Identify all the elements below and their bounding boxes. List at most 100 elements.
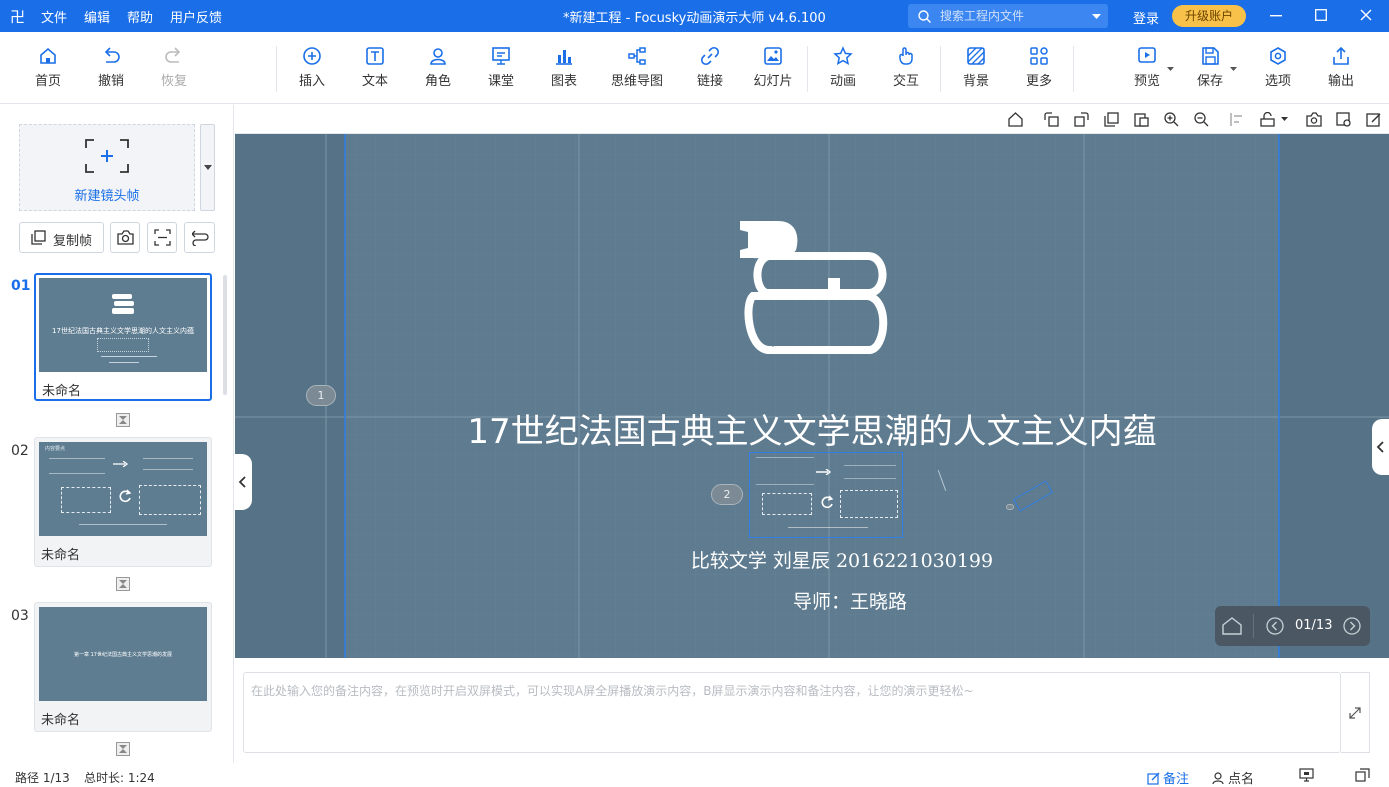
menu-help[interactable]: 帮助 (127, 7, 153, 26)
copy-icon[interactable] (1104, 112, 1119, 127)
menu-file[interactable]: 文件 (41, 7, 67, 26)
slide-number-3: 03 (11, 608, 29, 624)
rotate-right-icon[interactable] (1074, 112, 1089, 127)
path-marker-2[interactable]: 2 (711, 484, 743, 505)
copy-frame-button[interactable]: 复制帧 (19, 222, 104, 253)
frame-content-line (788, 527, 868, 528)
menu-edit[interactable]: 编辑 (84, 7, 110, 26)
character-button[interactable]: 角色 (406, 46, 470, 89)
align-left-icon[interactable] (1230, 112, 1245, 127)
expand-panel-button[interactable] (1372, 419, 1389, 475)
background-button[interactable]: 背景 (944, 46, 1008, 89)
interaction-button[interactable]: 交互 (874, 46, 938, 89)
classroom-button[interactable]: 课堂 (469, 46, 533, 89)
new-frame-button[interactable]: 新建镜头帧 (19, 124, 195, 211)
slide-number-2: 02 (11, 443, 29, 459)
slide-preview-line (79, 524, 167, 525)
home-view-icon[interactable] (1008, 112, 1023, 127)
path-marker-small[interactable] (1006, 504, 1014, 510)
unlock-icon[interactable] (1260, 112, 1275, 127)
text-button[interactable]: 文本 (343, 46, 407, 89)
preview-dropdown-icon[interactable] (1167, 67, 1174, 71)
maximize-icon[interactable] (1315, 9, 1327, 21)
slide-preview-embed (97, 338, 149, 352)
options-label: 选项 (1264, 74, 1291, 89)
upgrade-button[interactable]: 升级账户 (1172, 5, 1246, 27)
toolbar-divider (940, 46, 941, 92)
zoom-out-icon[interactable] (1194, 112, 1209, 127)
paste-icon[interactable] (1134, 112, 1149, 127)
slide-preview-line (101, 356, 157, 357)
transition-icon[interactable] (116, 413, 130, 427)
edit-icon[interactable] (1366, 112, 1381, 127)
slide-title[interactable]: 17世纪法国古典主义文学思潮的人文主义内蕴 (235, 404, 1389, 453)
redo-button[interactable]: 恢复 (142, 46, 206, 89)
link-label: 链接 (696, 74, 723, 89)
more-button[interactable]: 更多 (1007, 46, 1071, 89)
prev-frame-icon[interactable] (1266, 617, 1284, 635)
slide-preview-title-1: 17世纪法国古典主义文学思潮的人文主义内蕴 (52, 327, 194, 335)
mindmap-icon (628, 47, 646, 65)
login-link[interactable]: 登录 (1133, 8, 1159, 27)
slide-thumbnail-1[interactable]: 17世纪法国古典主义文学思潮的人文主义内蕴 未命名 (34, 273, 212, 401)
mindmap-button[interactable]: 思维导图 (605, 46, 669, 89)
undo-button[interactable]: 撤销 (79, 46, 143, 89)
transition-icon[interactable] (116, 577, 130, 591)
rollcall-tab[interactable]: 点名 (1212, 768, 1254, 787)
add-frame-icon (85, 139, 129, 173)
chevron-down-icon[interactable] (1281, 117, 1288, 121)
books-illustration-icon (740, 221, 888, 354)
path-order-button[interactable] (184, 222, 215, 253)
next-frame-icon[interactable] (1343, 617, 1361, 635)
slide-subtitle[interactable]: 比较文学 刘星辰 2016221030199 (235, 546, 1389, 573)
save-dropdown-icon[interactable] (1230, 67, 1237, 71)
sidebar-scrollbar[interactable] (223, 275, 227, 395)
camera-icon[interactable] (1306, 112, 1322, 127)
presentation-canvas[interactable]: 17世纪法国古典主义文学思潮的人文主义内蕴 1 2 比较文学 刘星辰 20162… (235, 134, 1389, 658)
options-button[interactable]: 选项 (1246, 46, 1310, 89)
animation-button[interactable]: 动画 (811, 46, 875, 89)
path-marker-1[interactable]: 1 (306, 385, 336, 406)
chart-label: 图表 (550, 74, 577, 89)
search-input[interactable]: 搜索工程内文件 (908, 4, 1108, 28)
notes-tab[interactable]: 备注 (1147, 768, 1189, 787)
home-button[interactable]: 首页 (16, 46, 80, 89)
fullscreen-toggle-icon[interactable] (1355, 768, 1370, 782)
export-button[interactable]: 输出 (1309, 46, 1373, 89)
new-frame-dropdown[interactable] (200, 124, 215, 211)
menu-feedback[interactable]: 用户反馈 (170, 7, 222, 26)
notes-input[interactable]: 在此处输入您的备注内容，在预览时开启双屏模式，可以实现A屏全屏播放演示内容，B屏… (243, 672, 1341, 753)
expand-icon (1349, 707, 1361, 719)
embedded-frame-2[interactable] (749, 452, 903, 538)
chart-button[interactable]: 图表 (532, 46, 596, 89)
minimize-icon[interactable] (1270, 15, 1282, 17)
copy-frame-label: 复制帧 (53, 234, 93, 249)
navigator-divider (1253, 614, 1254, 638)
slides-button[interactable]: 幻灯片 (741, 46, 805, 89)
settings-frame-icon[interactable] (1336, 112, 1351, 127)
insert-button[interactable]: 插入 (280, 46, 344, 89)
presenter-view-icon[interactable] (1299, 768, 1314, 782)
notes-expand-button[interactable] (1341, 672, 1370, 753)
chevron-down-icon[interactable] (1092, 14, 1101, 19)
link-icon (700, 46, 720, 66)
app-logo-icon[interactable]: 卍 (10, 6, 25, 27)
save-icon (1202, 47, 1219, 65)
toolbar-divider (276, 46, 277, 92)
more-label: 更多 (1025, 74, 1052, 89)
zoom-in-icon[interactable] (1164, 112, 1179, 127)
fit-frame-button[interactable] (147, 222, 177, 253)
slide-thumbnail-2[interactable]: 内容要点 未命名 (34, 437, 212, 567)
screenshot-button[interactable] (110, 222, 140, 253)
close-icon[interactable] (1360, 9, 1372, 21)
status-bar: 路径 1/13 总时长: 1:24 备注 点名 (0, 763, 1389, 787)
slide-preview-title-3: 第一章 17世纪法国古典主义文学思潮的发展 (74, 652, 172, 658)
link-button[interactable]: 链接 (678, 46, 742, 89)
collapse-sidebar-button[interactable] (235, 454, 252, 510)
slide-thumbnail-3[interactable]: 第一章 17世纪法国古典主义文学思潮的发展 未命名 (34, 602, 212, 732)
home-icon[interactable] (1222, 617, 1242, 635)
transition-icon[interactable] (116, 742, 130, 756)
export-icon (1333, 46, 1349, 65)
rotate-left-icon[interactable] (1044, 112, 1059, 127)
user-icon (1212, 772, 1224, 785)
